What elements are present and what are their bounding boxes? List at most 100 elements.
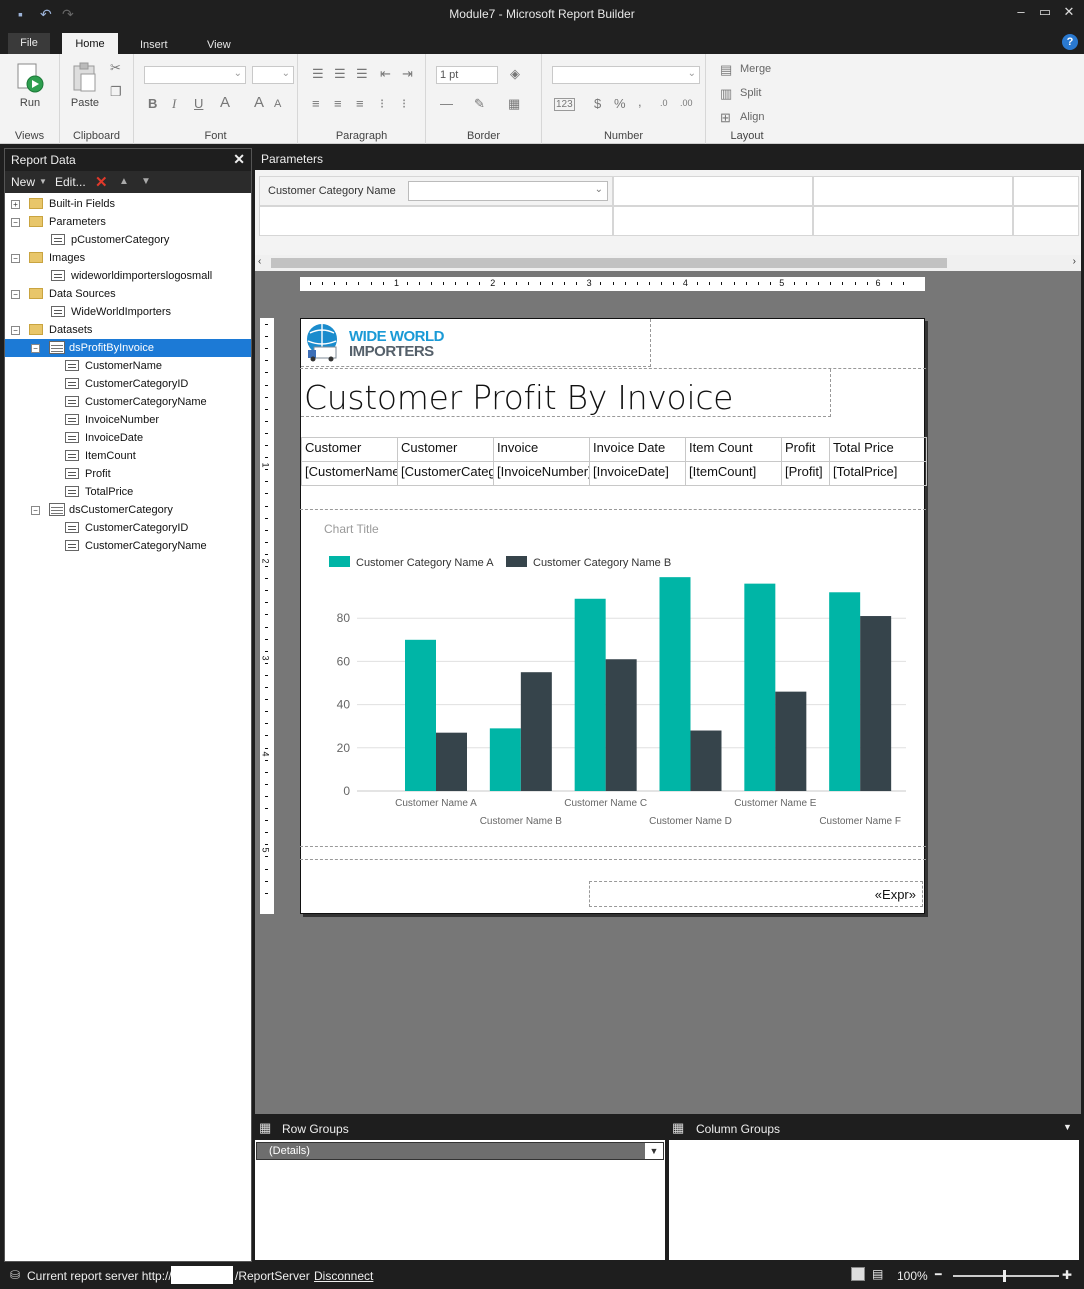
table-header-cell[interactable]: Invoice — [493, 437, 590, 462]
tree-field-item[interactable]: InvoiceNumber — [5, 411, 251, 429]
new-dropdown-icon[interactable]: ▼ — [39, 177, 47, 186]
increase-decimal-button[interactable]: .0 — [660, 98, 668, 108]
grow-font-button[interactable]: A — [254, 94, 264, 111]
run-button[interactable]: Run — [12, 62, 48, 109]
collapse-icon[interactable]: − — [11, 290, 20, 299]
close-panel-button[interactable]: ✕ — [233, 151, 245, 168]
parameter-cell-empty[interactable] — [613, 176, 813, 206]
align-center-icon[interactable]: ≡ — [334, 96, 342, 111]
tree-dataset-item[interactable]: − dsProfitByInvoice — [5, 339, 251, 357]
expand-icon[interactable]: + — [11, 200, 20, 209]
align-top-icon[interactable]: ☰ — [312, 66, 324, 82]
report-title-box[interactable]: Customer Profit By Invoice — [301, 369, 831, 417]
new-button[interactable]: New — [11, 175, 35, 189]
line-style-icon[interactable]: — — [440, 96, 453, 111]
currency-button[interactable]: $ — [594, 96, 601, 111]
move-up-button[interactable]: ▲ — [119, 176, 129, 187]
increase-indent-icon[interactable]: ⇥ — [402, 66, 413, 82]
numbering-icon[interactable]: ⁝ — [402, 96, 406, 112]
zoom-slider-thumb[interactable] — [1003, 1270, 1006, 1282]
percent-button[interactable]: % — [614, 96, 626, 111]
delete-button[interactable]: ✕ — [95, 173, 108, 191]
scroll-right-icon[interactable]: › — [1073, 256, 1076, 267]
tree-item[interactable]: WideWorldImporters — [5, 303, 251, 321]
tree-field-item[interactable]: TotalPrice — [5, 483, 251, 501]
zoom-out-button[interactable]: ━ — [935, 1268, 942, 1281]
tree-field-item[interactable]: ItemCount — [5, 447, 251, 465]
tree-folder-item[interactable]: − Datasets — [5, 321, 251, 339]
move-down-button[interactable]: ▼ — [141, 176, 151, 187]
split-button[interactable]: Split — [740, 87, 761, 99]
align-left-icon[interactable]: ≡ — [312, 96, 320, 111]
help-icon[interactable]: ? — [1062, 34, 1078, 50]
chart-area[interactable]: Chart Title Customer Category Name A Cust… — [301, 511, 926, 847]
underline-button[interactable]: U — [194, 96, 203, 111]
collapse-icon[interactable]: − — [31, 506, 40, 515]
horizontal-scrollbar[interactable]: ‹ › — [255, 255, 1081, 271]
tree-field-item[interactable]: CustomerCategoryName — [5, 537, 251, 555]
cut-icon[interactable]: ✂ — [110, 60, 121, 76]
tree-dataset-item[interactable]: − dsCustomerCategory — [5, 501, 251, 519]
comma-button[interactable]: , — [638, 94, 642, 109]
scroll-thumb[interactable] — [271, 258, 947, 268]
zoom-slider[interactable] — [953, 1270, 1059, 1282]
align-bottom-icon[interactable]: ☰ — [356, 66, 368, 82]
tab-view[interactable]: View — [195, 33, 243, 54]
bullets-icon[interactable]: ⁝ — [380, 96, 384, 112]
align-middle-icon[interactable]: ☰ — [334, 66, 346, 82]
run-view-icon[interactable]: ▤ — [872, 1267, 883, 1281]
footer-expression-box[interactable]: «Expr» — [589, 881, 923, 907]
tree-folder-item[interactable]: + Built-in Fields — [5, 195, 251, 213]
table-data-cell[interactable]: [InvoiceDate] — [589, 461, 686, 486]
tree-field-item[interactable]: CustomerName — [5, 357, 251, 375]
tab-home[interactable]: Home — [62, 33, 118, 54]
parameter-cell-empty[interactable] — [259, 206, 613, 236]
placeholder-styles-button[interactable]: 123 — [554, 98, 575, 111]
table-header-cell[interactable]: Invoice Date — [589, 437, 686, 462]
parameter-cell-empty[interactable] — [813, 206, 1013, 236]
italic-button[interactable]: I — [172, 96, 176, 112]
tab-insert[interactable]: Insert — [128, 33, 180, 54]
font-name-select[interactable]: ⌄ — [144, 66, 246, 84]
table-header-cell[interactable]: Profit — [781, 437, 830, 462]
table-header-cell[interactable]: Customer — [397, 437, 494, 462]
decrease-indent-icon[interactable]: ⇤ — [380, 66, 391, 82]
table-header-cell[interactable]: Total Price — [829, 437, 927, 462]
collapse-icon[interactable]: − — [11, 326, 20, 335]
tree-field-item[interactable]: CustomerCategoryName — [5, 393, 251, 411]
parameter-dropdown[interactable]: ⌄ — [408, 181, 608, 201]
tree-folder-item[interactable]: − Images — [5, 249, 251, 267]
table-data-cell[interactable]: [TotalPrice] — [829, 461, 927, 486]
merge-button[interactable]: Merge — [740, 63, 771, 75]
close-button[interactable]: ✕ — [1058, 4, 1080, 24]
collapse-icon[interactable]: − — [31, 344, 40, 353]
parameter-cell-empty[interactable] — [613, 206, 813, 236]
table-data-cell[interactable]: [CustomerCateg — [397, 461, 494, 486]
maximize-button[interactable]: ▭ — [1034, 4, 1056, 24]
tab-file[interactable]: File — [8, 33, 50, 54]
number-format-select[interactable]: ⌄ — [552, 66, 700, 84]
collapse-icon[interactable]: − — [11, 218, 20, 227]
align-button[interactable]: Align — [740, 111, 764, 123]
table-data-cell[interactable]: [CustomerName] — [301, 461, 398, 486]
zoom-in-button[interactable]: ✚ — [1062, 1268, 1072, 1282]
design-view-icon[interactable] — [851, 1267, 865, 1281]
copy-icon[interactable]: ❐ — [110, 84, 122, 100]
font-size-select[interactable]: ⌄ — [252, 66, 294, 84]
disconnect-link[interactable]: Disconnect — [314, 1269, 373, 1283]
tree-field-item[interactable]: CustomerCategoryID — [5, 375, 251, 393]
edit-button[interactable]: Edit... — [55, 175, 86, 189]
tree-folder-item[interactable]: − Parameters — [5, 213, 251, 231]
table-header-cell[interactable]: Item Count — [685, 437, 782, 462]
scroll-left-icon[interactable]: ‹ — [258, 256, 261, 267]
table-header-cell[interactable]: Customer — [301, 437, 398, 462]
table-data-cell[interactable]: [Profit] — [781, 461, 830, 486]
fill-color-icon[interactable]: ◈ — [510, 66, 520, 82]
bold-button[interactable]: B — [148, 96, 157, 111]
border-color-icon[interactable]: ✎ — [474, 96, 485, 112]
align-right-icon[interactable]: ≡ — [356, 96, 364, 111]
borders-icon[interactable]: ▦ — [508, 96, 520, 112]
tree-field-item[interactable]: InvoiceDate — [5, 429, 251, 447]
table-data-cell[interactable]: [InvoiceNumber] — [493, 461, 590, 486]
parameter-cell-empty[interactable] — [813, 176, 1013, 206]
